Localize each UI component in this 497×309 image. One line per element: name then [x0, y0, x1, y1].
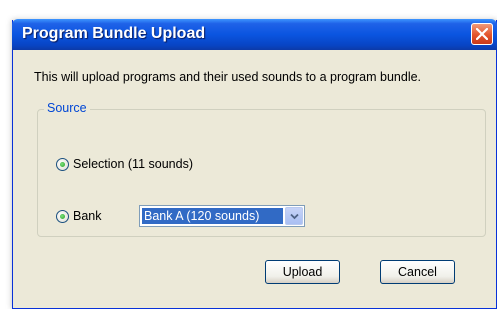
- bank-dropdown-button[interactable]: [285, 207, 303, 225]
- radio-bank-indicator[interactable]: [56, 209, 69, 223]
- radio-selection-label: Selection (11 sounds): [73, 157, 193, 171]
- dialog-title: Program Bundle Upload: [22, 25, 206, 42]
- bank-select-value: Bank A (120 sounds): [142, 208, 283, 224]
- radio-selection-indicator[interactable]: [56, 157, 69, 171]
- dialog-description: This will upload programs and their used…: [34, 70, 422, 84]
- title-bar[interactable]: Program Bundle Upload: [12, 19, 497, 50]
- close-icon: [476, 28, 488, 40]
- upload-button[interactable]: Upload: [265, 260, 340, 284]
- program-bundle-upload-dialog: Program Bundle Upload This will upload p…: [12, 19, 497, 309]
- radio-bank[interactable]: Bank: [56, 209, 102, 223]
- close-button[interactable]: [471, 23, 493, 45]
- radio-bank-label: Bank: [73, 209, 102, 223]
- radio-selection[interactable]: Selection (11 sounds): [56, 157, 193, 171]
- source-legend: Source: [44, 101, 90, 115]
- cancel-button[interactable]: Cancel: [380, 260, 455, 284]
- source-groupbox: Source Selection (11 sounds) Bank Bank A…: [37, 101, 486, 237]
- chevron-down-icon: [290, 213, 299, 220]
- bank-select[interactable]: Bank A (120 sounds): [139, 205, 305, 227]
